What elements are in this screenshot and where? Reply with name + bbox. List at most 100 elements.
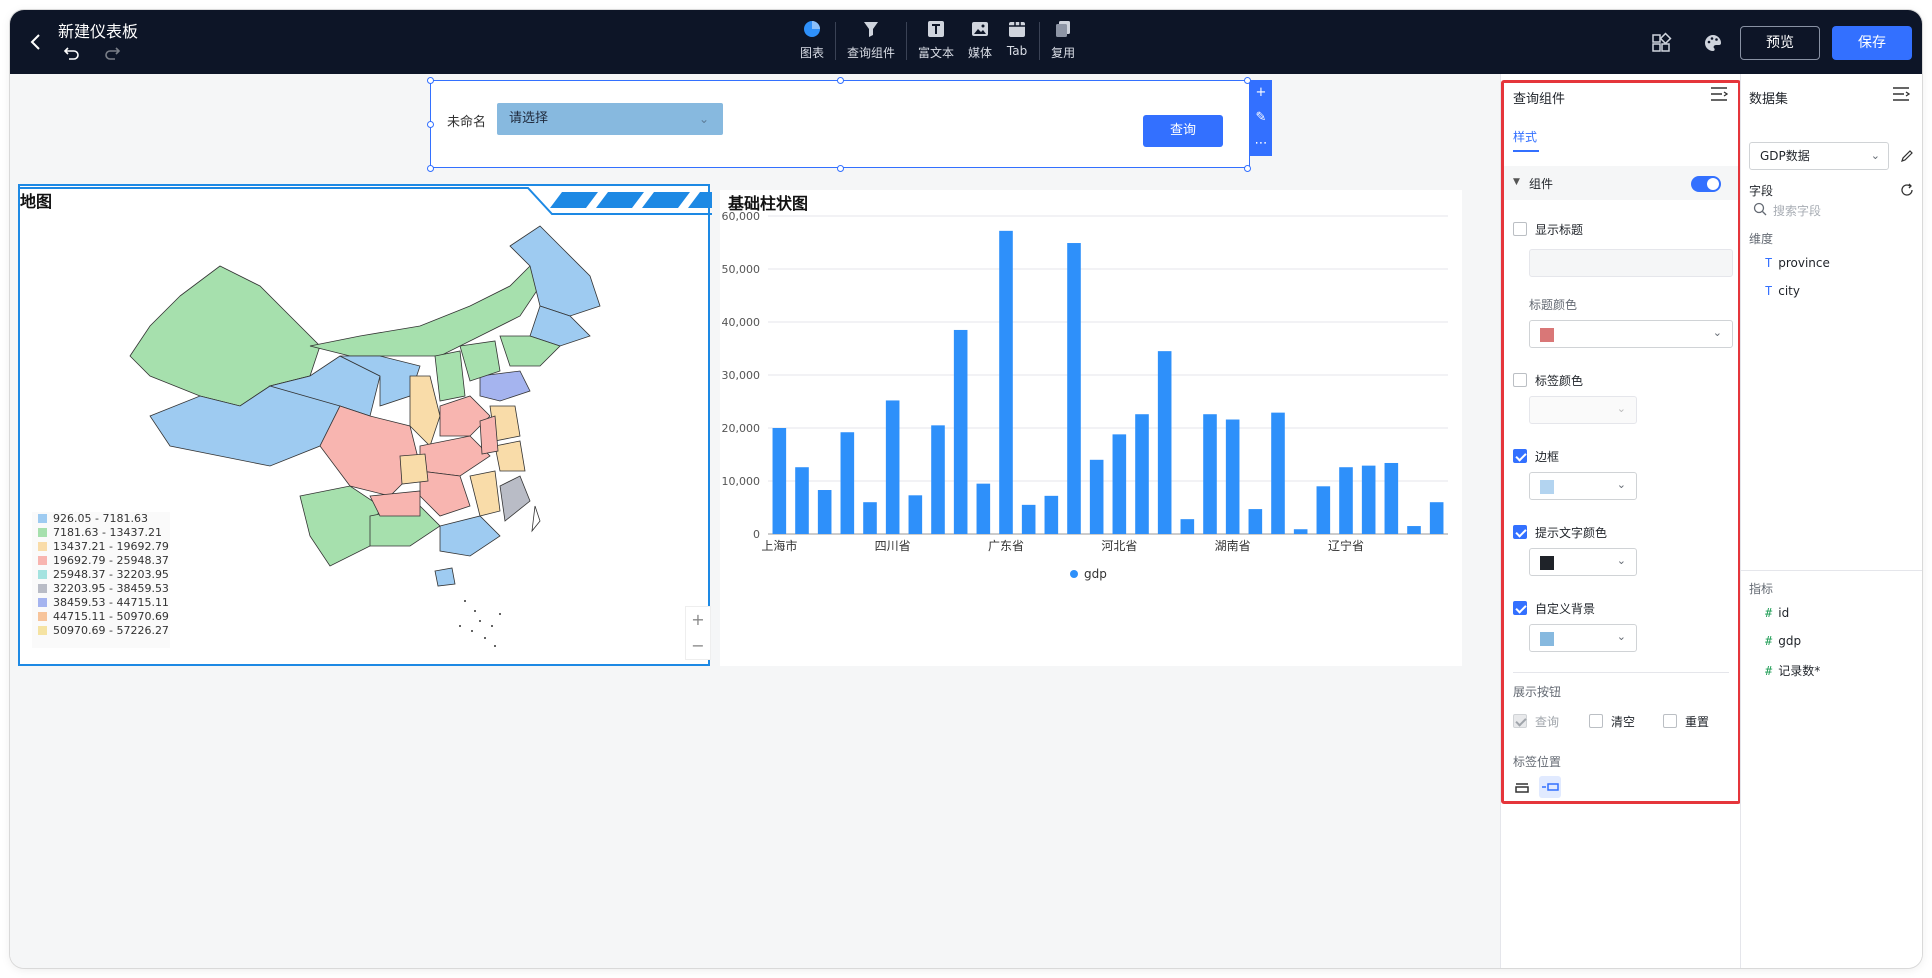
legend-item[interactable]: 13437.21 - 19692.79 — [32, 540, 170, 554]
bar[interactable] — [1339, 467, 1353, 534]
collapse-panel-icon[interactable] — [1892, 86, 1910, 102]
bar[interactable] — [1293, 529, 1308, 534]
tab-style[interactable]: 样式 — [1513, 128, 1537, 145]
dimension-field[interactable]: Tcity — [1765, 284, 1800, 298]
bar[interactable] — [1135, 414, 1149, 534]
refresh-icon[interactable] — [1899, 182, 1915, 198]
bar[interactable] — [1316, 486, 1331, 534]
tool-tab[interactable]: Tab — [999, 18, 1035, 58]
bar[interactable] — [931, 425, 945, 534]
bar-chart[interactable]: 0 10,000 20,000 30,000 40,000 50,000 60,000 上海市… — [720, 190, 1462, 666]
save-button[interactable]: 保存 — [1832, 26, 1912, 60]
legend-item[interactable]: 7181.63 - 13437.21 — [32, 526, 170, 540]
preview-button[interactable]: 预览 — [1740, 26, 1820, 60]
legend-item[interactable]: 926.05 - 7181.63 — [32, 512, 170, 526]
legend-item[interactable]: 25948.37 - 32203.95 — [32, 568, 170, 582]
legend-item[interactable]: 50970.69 - 57226.27 — [32, 623, 170, 637]
palette-icon[interactable] — [1702, 32, 1724, 54]
map-region-anhui[interactable] — [479, 415, 499, 455]
dataset-select[interactable]: GDP数据 ⌄ — [1749, 142, 1889, 170]
resize-handle[interactable] — [837, 77, 844, 84]
bar[interactable] — [953, 329, 968, 534]
custom-bg-checkbox[interactable] — [1513, 601, 1527, 615]
query-select[interactable]: 请选择 ⌄ — [497, 103, 723, 135]
metric-field[interactable]: # id — [1765, 606, 1789, 620]
bar[interactable] — [1021, 504, 1036, 534]
more-icon[interactable]: ⋯ — [1255, 136, 1268, 151]
resize-handle[interactable] — [427, 165, 434, 172]
edit-icon[interactable]: ✎ — [1256, 110, 1267, 125]
label-color-checkbox[interactable] — [1513, 373, 1527, 387]
border-checkbox[interactable] — [1513, 449, 1527, 463]
tool-chart[interactable]: 图表 — [793, 18, 831, 61]
tool-query-component[interactable]: 查询组件 — [840, 18, 902, 61]
bar[interactable] — [1180, 519, 1195, 534]
redo-icon[interactable] — [102, 44, 122, 64]
bar[interactable] — [1225, 419, 1240, 534]
map-region-yunnan[interactable] — [299, 485, 381, 567]
query-button[interactable]: 查询 — [1143, 115, 1223, 147]
bar[interactable] — [1203, 414, 1217, 534]
map-region-chongqing[interactable] — [399, 453, 429, 485]
component-section-header[interactable]: ▼ 组件 — [1501, 166, 1741, 200]
dimension-field[interactable]: Tprovince — [1765, 256, 1830, 270]
btn-clear-checkbox[interactable] — [1589, 714, 1603, 728]
map-region-fujian[interactable] — [499, 475, 531, 522]
bar[interactable] — [1248, 509, 1263, 534]
bar[interactable] — [1089, 459, 1104, 534]
label-color-select[interactable]: ⌄ — [1529, 396, 1637, 424]
map-region-jiangxi[interactable] — [469, 470, 501, 517]
bar[interactable] — [976, 483, 991, 534]
component-toggle[interactable] — [1691, 176, 1721, 192]
legend-item[interactable]: 19692.79 - 25948.37 — [32, 554, 170, 568]
legend-item[interactable]: 32203.95 - 38459.53 — [32, 581, 170, 595]
field-search-input[interactable]: 搜索字段 — [1773, 202, 1821, 219]
map-region-guangdong[interactable] — [439, 515, 501, 557]
bar[interactable] — [1384, 462, 1399, 534]
map-region-shaanxi[interactable] — [409, 375, 441, 447]
bar[interactable] — [795, 467, 809, 534]
add-icon[interactable]: + — [1256, 85, 1267, 100]
bar[interactable] — [1407, 526, 1421, 534]
title-color-select[interactable]: ⌄ — [1529, 320, 1733, 348]
map-region-hainan[interactable] — [434, 567, 456, 587]
tool-rich-text[interactable]: 富文本 — [911, 18, 961, 61]
metric-field[interactable]: # 记录数* — [1765, 662, 1820, 679]
map-region-taiwan[interactable] — [531, 505, 541, 533]
bg-color-select[interactable]: ⌄ — [1529, 624, 1637, 652]
resize-handle[interactable] — [837, 165, 844, 172]
bar[interactable] — [772, 428, 787, 534]
map-region-zhejiang[interactable] — [494, 440, 526, 472]
tool-reuse[interactable]: 复用 — [1044, 18, 1082, 61]
bar[interactable] — [840, 432, 855, 534]
bar[interactable] — [1361, 465, 1376, 534]
edit-icon[interactable] — [1899, 148, 1915, 164]
show-title-checkbox[interactable] — [1513, 222, 1527, 236]
map-region-shanxi[interactable] — [434, 350, 466, 402]
bar[interactable] — [1067, 243, 1081, 534]
zoom-out-button[interactable]: − — [686, 633, 710, 659]
bar[interactable] — [885, 400, 900, 534]
btn-reset-checkbox[interactable] — [1663, 714, 1677, 728]
legend-item[interactable]: 38459.53 - 44715.11 — [32, 595, 170, 609]
border-color-select[interactable]: ⌄ — [1529, 472, 1637, 500]
bar[interactable] — [999, 230, 1013, 534]
hint-color-select[interactable]: ⌄ — [1529, 548, 1637, 576]
bar[interactable] — [1271, 412, 1285, 534]
query-component[interactable]: 未命名 请选择 ⌄ 查询 — [427, 77, 1251, 172]
label-left-position-icon[interactable] — [1539, 776, 1561, 798]
undo-icon[interactable] — [62, 44, 82, 64]
bar[interactable] — [1157, 351, 1172, 534]
tool-media[interactable]: 媒体 — [961, 18, 999, 61]
resize-handle[interactable] — [427, 121, 434, 128]
metric-field[interactable]: # gdp — [1765, 634, 1801, 648]
title-input[interactable] — [1529, 249, 1733, 277]
china-map[interactable] — [120, 206, 620, 656]
bar[interactable] — [817, 490, 832, 534]
back-icon[interactable] — [24, 30, 48, 54]
hint-text-color-checkbox[interactable] — [1513, 525, 1527, 539]
bar[interactable] — [1429, 502, 1444, 534]
bar[interactable] — [1044, 495, 1059, 534]
resize-handle[interactable] — [427, 77, 434, 84]
bar[interactable] — [1112, 434, 1127, 534]
